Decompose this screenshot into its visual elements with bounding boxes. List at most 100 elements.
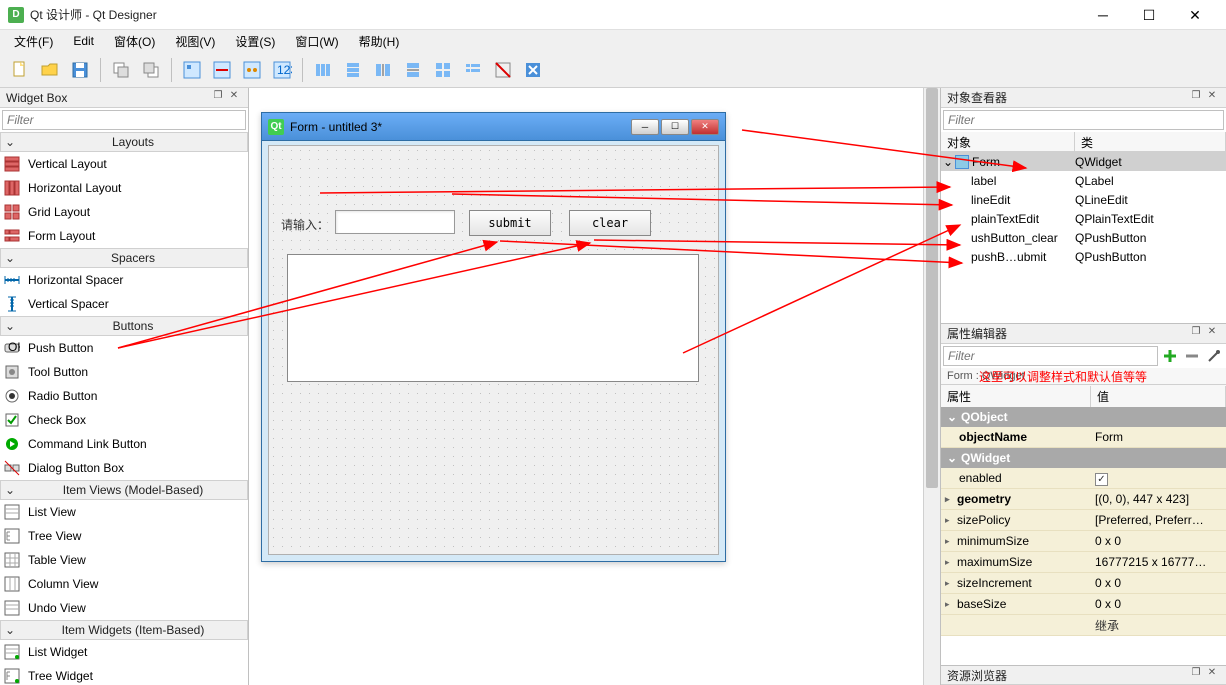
widget-tree-widget[interactable]: Tree Widget	[0, 664, 248, 685]
form-titlebar[interactable]: Qt Form - untitled 3* ─ ☐ ✕	[262, 113, 725, 141]
obj-row-pushbutton-submit[interactable]: pushB…ubmit QPushButton	[941, 247, 1226, 266]
widget-radio-button[interactable]: Radio Button	[0, 384, 248, 408]
form-minimize-icon[interactable]: ─	[631, 119, 659, 135]
config-icon[interactable]	[1204, 346, 1224, 366]
dock-close-icon[interactable]: ✕	[1204, 326, 1220, 342]
bring-front-icon[interactable]	[137, 56, 165, 84]
dock-close-icon[interactable]: ✕	[1204, 667, 1220, 683]
obj-row-label[interactable]: label QLabel	[941, 171, 1226, 190]
menu-form[interactable]: 窗体(O)	[104, 31, 165, 52]
prop-basesize[interactable]: ▸baseSize0 x 0	[941, 594, 1226, 615]
section-buttons[interactable]: ⌄Buttons	[0, 316, 248, 336]
new-file-icon[interactable]	[6, 56, 34, 84]
obj-row-form[interactable]: ⌄Form QWidget	[941, 152, 1226, 171]
dock-float-icon[interactable]: ❐	[1188, 667, 1204, 683]
widget-command-link[interactable]: Command Link Button	[0, 432, 248, 456]
dock-close-icon[interactable]: ✕	[1204, 90, 1220, 106]
widget-horizontal-spacer[interactable]: Horizontal Spacer	[0, 268, 248, 292]
widget-form-layout[interactable]: Form Layout	[0, 224, 248, 248]
prop-enabled[interactable]: enabled✓	[941, 468, 1226, 489]
object-inspector-title: 对象查看器	[947, 89, 1188, 106]
obj-row-pushbutton-clear[interactable]: ushButton_clear QPushButton	[941, 228, 1226, 247]
layout-vsplit-icon[interactable]	[399, 56, 427, 84]
prop-palette[interactable]: palette继承	[941, 615, 1226, 636]
widget-box-filter[interactable]	[7, 113, 241, 127]
obj-row-plaintextedit[interactable]: plainTextEdit QPlainTextEdit	[941, 209, 1226, 228]
prop-col-value[interactable]: 值 这里可以调整样式和默认值等等	[1091, 386, 1226, 407]
prop-minimumsize[interactable]: ▸minimumSize0 x 0	[941, 531, 1226, 552]
widget-tool-button[interactable]: Tool Button	[0, 360, 248, 384]
layout-form-icon[interactable]	[459, 56, 487, 84]
section-spacers[interactable]: ⌄Spacers	[0, 248, 248, 268]
prop-maximumsize[interactable]: ▸maximumSize16777215 x 16777…	[941, 552, 1226, 573]
form-body[interactable]: 请输入： submit clear	[268, 145, 719, 555]
widget-list-widget[interactable]: List Widget	[0, 640, 248, 664]
widget-tree-view[interactable]: Tree View	[0, 524, 248, 548]
widget-table-view[interactable]: Table View	[0, 548, 248, 572]
form-close-icon[interactable]: ✕	[691, 119, 719, 135]
layout-hsplit-icon[interactable]	[369, 56, 397, 84]
layout-h-icon[interactable]	[309, 56, 337, 84]
widget-check-box[interactable]: Check Box	[0, 408, 248, 432]
obj-col-class[interactable]: 类	[1075, 132, 1226, 151]
edit-widgets-icon[interactable]	[178, 56, 206, 84]
prop-sizeincrement[interactable]: ▸sizeIncrement0 x 0	[941, 573, 1226, 594]
layout-grid-icon[interactable]	[429, 56, 457, 84]
section-item-views[interactable]: ⌄Item Views (Model-Based)	[0, 480, 248, 500]
dock-close-icon[interactable]: ✕	[226, 90, 242, 106]
menu-view[interactable]: 视图(V)	[165, 31, 225, 52]
send-back-icon[interactable]	[107, 56, 135, 84]
layout-v-icon[interactable]	[339, 56, 367, 84]
section-item-widgets[interactable]: ⌄Item Widgets (Item-Based)	[0, 620, 248, 640]
widget-column-view[interactable]: Column View	[0, 572, 248, 596]
form-window[interactable]: Qt Form - untitled 3* ─ ☐ ✕ 请输入： submit …	[261, 112, 726, 562]
menu-settings[interactable]: 设置(S)	[225, 31, 285, 52]
form-submit-button[interactable]: submit	[469, 210, 551, 236]
break-layout-icon[interactable]	[489, 56, 517, 84]
widget-list-view[interactable]: List View	[0, 500, 248, 524]
prop-col-name[interactable]: 属性	[941, 386, 1091, 407]
add-property-icon[interactable]	[1160, 346, 1180, 366]
form-lineedit[interactable]	[335, 210, 455, 234]
widget-vertical-spacer[interactable]: Vertical Spacer	[0, 292, 248, 316]
form-maximize-icon[interactable]: ☐	[661, 119, 689, 135]
prop-sizepolicy[interactable]: ▸sizePolicy[Preferred, Preferr…	[941, 510, 1226, 531]
widget-vertical-layout[interactable]: Vertical Layout	[0, 152, 248, 176]
dock-float-icon[interactable]: ❐	[1188, 90, 1204, 106]
open-file-icon[interactable]	[36, 56, 64, 84]
edit-buddies-icon[interactable]	[238, 56, 266, 84]
obj-row-lineedit[interactable]: lineEdit QLineEdit	[941, 190, 1226, 209]
prop-group-qwidget[interactable]: ⌄QWidget	[941, 448, 1226, 468]
widget-grid-layout[interactable]: Grid Layout	[0, 200, 248, 224]
minimize-button[interactable]: ─	[1080, 0, 1126, 30]
prop-group-qobject[interactable]: ⌄QObject	[941, 407, 1226, 427]
form-plaintextedit[interactable]	[287, 254, 699, 382]
maximize-button[interactable]: ☐	[1126, 0, 1172, 30]
adjust-size-icon[interactable]	[519, 56, 547, 84]
menu-window[interactable]: 窗口(W)	[285, 31, 348, 52]
edit-taborder-icon[interactable]: 123	[268, 56, 296, 84]
section-layouts[interactable]: ⌄Layouts	[0, 132, 248, 152]
prop-geometry[interactable]: ▸geometry[(0, 0), 447 x 423]	[941, 489, 1226, 510]
canvas-scrollbar[interactable]	[923, 88, 940, 685]
edit-signals-icon[interactable]	[208, 56, 236, 84]
close-button[interactable]: ✕	[1172, 0, 1218, 30]
menu-help[interactable]: 帮助(H)	[349, 31, 410, 52]
obj-col-object[interactable]: 对象	[941, 132, 1075, 151]
dock-float-icon[interactable]: ❐	[210, 90, 226, 106]
form-label[interactable]: 请输入：	[281, 216, 329, 233]
save-icon[interactable]	[66, 56, 94, 84]
widget-dialog-button-box[interactable]: Dialog Button Box	[0, 456, 248, 480]
menu-edit[interactable]: Edit	[63, 32, 104, 50]
widget-undo-view[interactable]: Undo View	[0, 596, 248, 620]
widget-horizontal-layout[interactable]: Horizontal Layout	[0, 176, 248, 200]
dock-float-icon[interactable]: ❐	[1188, 326, 1204, 342]
prop-objectname[interactable]: objectNameForm	[941, 427, 1226, 448]
property-filter[interactable]	[943, 346, 1158, 366]
form-clear-button[interactable]: clear	[569, 210, 651, 236]
remove-property-icon[interactable]	[1182, 346, 1202, 366]
object-inspector-filter[interactable]	[948, 113, 1219, 127]
widget-push-button[interactable]: OKPush Button	[0, 336, 248, 360]
menu-file[interactable]: 文件(F)	[4, 31, 63, 52]
design-canvas[interactable]: Qt Form - untitled 3* ─ ☐ ✕ 请输入： submit …	[249, 88, 940, 685]
